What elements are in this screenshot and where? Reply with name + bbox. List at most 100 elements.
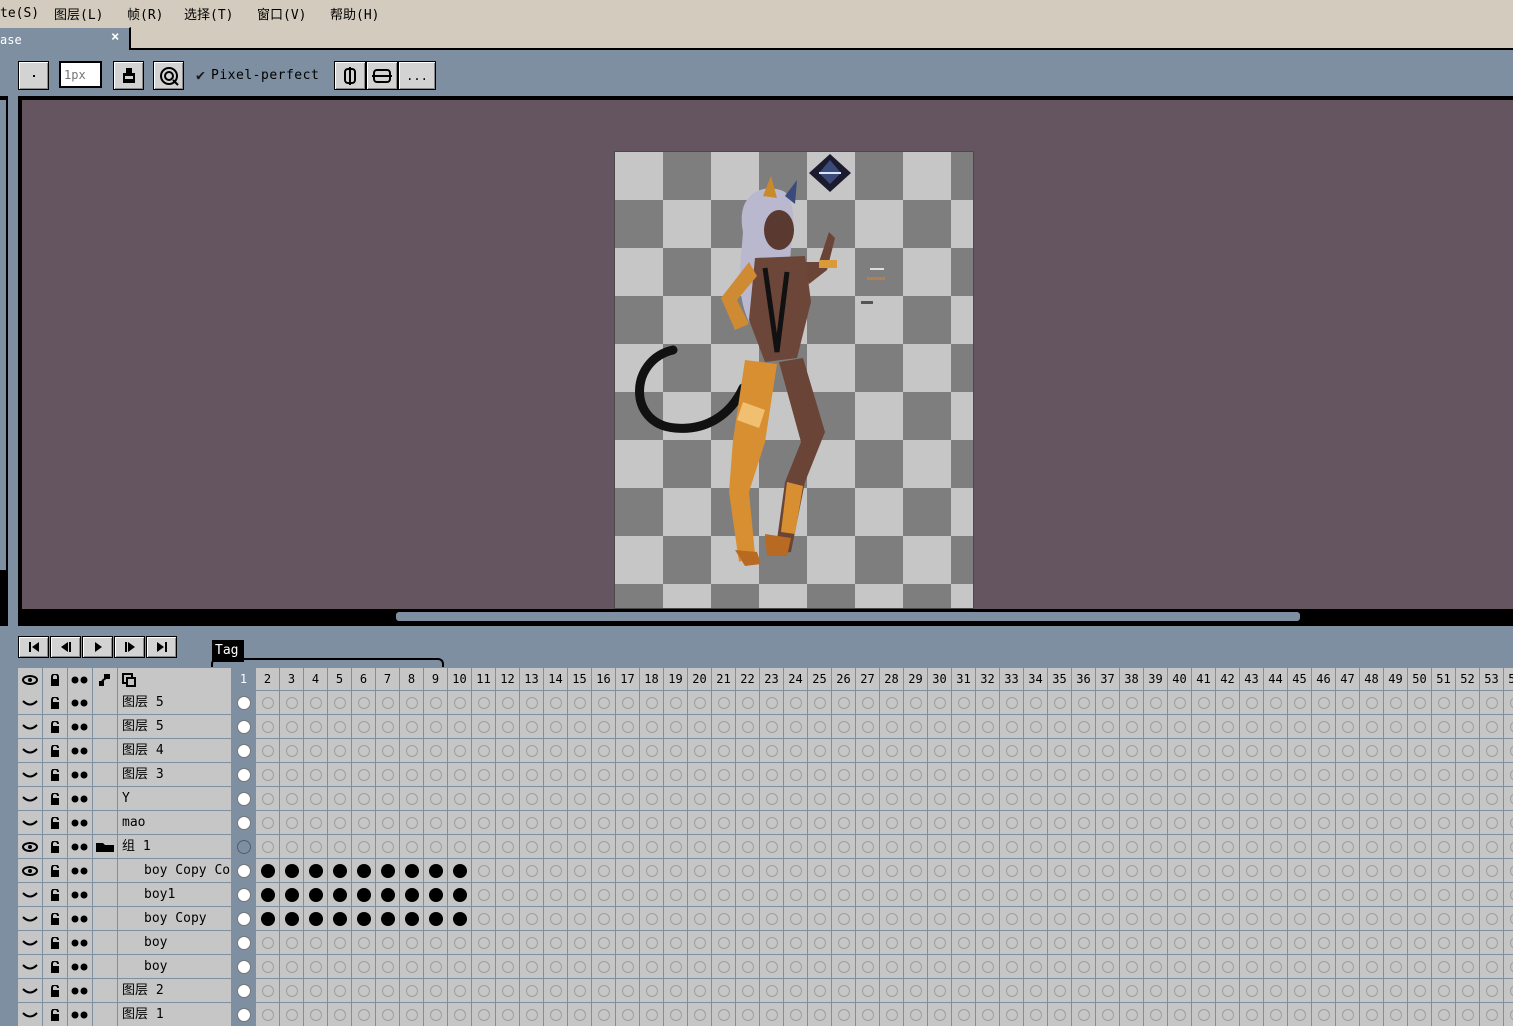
opacity-button[interactable]: [153, 61, 184, 90]
cel[interactable]: [400, 1003, 424, 1026]
cel[interactable]: [1024, 763, 1048, 787]
cel[interactable]: [1336, 715, 1360, 739]
cel[interactable]: [352, 787, 376, 811]
cel[interactable]: [1384, 835, 1408, 859]
cel[interactable]: [1048, 715, 1072, 739]
cel[interactable]: [400, 883, 424, 907]
cel[interactable]: [856, 979, 880, 1003]
cel[interactable]: [1384, 859, 1408, 883]
layer-onion-toggle[interactable]: [68, 811, 93, 835]
cel[interactable]: [1048, 787, 1072, 811]
cel[interactable]: [1216, 979, 1240, 1003]
cel[interactable]: [592, 979, 616, 1003]
cel[interactable]: [1168, 739, 1192, 763]
layer-lock-toggle[interactable]: [43, 811, 68, 835]
frame-header-26[interactable]: 26: [832, 668, 856, 691]
cel[interactable]: [1120, 859, 1144, 883]
cel[interactable]: [256, 835, 280, 859]
cel[interactable]: [1384, 763, 1408, 787]
layer-onion-toggle[interactable]: [68, 955, 93, 979]
cel[interactable]: [976, 691, 1000, 715]
last-frame-button[interactable]: [146, 636, 177, 658]
cel[interactable]: [1024, 691, 1048, 715]
cel[interactable]: [664, 931, 688, 955]
cel[interactable]: [880, 787, 904, 811]
cel[interactable]: [1000, 739, 1024, 763]
frame-header-11[interactable]: 11: [472, 668, 496, 691]
cel[interactable]: [904, 979, 928, 1003]
cel[interactable]: [808, 859, 832, 883]
cel[interactable]: [784, 811, 808, 835]
layer-lock-toggle[interactable]: [43, 955, 68, 979]
cel[interactable]: [1048, 955, 1072, 979]
cel[interactable]: [1360, 787, 1384, 811]
frame-header-53[interactable]: 53: [1480, 668, 1504, 691]
cel[interactable]: [760, 883, 784, 907]
frame-header-41[interactable]: 41: [1192, 668, 1216, 691]
cel[interactable]: [808, 811, 832, 835]
cel[interactable]: [1216, 811, 1240, 835]
cel[interactable]: [1432, 811, 1456, 835]
cel[interactable]: [616, 979, 640, 1003]
layer-lock-toggle[interactable]: [43, 715, 68, 739]
cel[interactable]: [400, 691, 424, 715]
cel[interactable]: [1144, 811, 1168, 835]
cel[interactable]: [1096, 763, 1120, 787]
cel[interactable]: [328, 691, 352, 715]
cel[interactable]: [280, 691, 304, 715]
cel[interactable]: [1024, 787, 1048, 811]
cel[interactable]: [784, 931, 808, 955]
cel[interactable]: [1024, 859, 1048, 883]
cel[interactable]: [1480, 691, 1504, 715]
cel[interactable]: [1312, 883, 1336, 907]
cel[interactable]: [1144, 907, 1168, 931]
cel[interactable]: [1360, 907, 1384, 931]
layer-visibility-toggle[interactable]: [18, 883, 43, 907]
cel[interactable]: [688, 859, 712, 883]
cel[interactable]: [640, 715, 664, 739]
cel[interactable]: [664, 739, 688, 763]
cel[interactable]: [520, 955, 544, 979]
cel[interactable]: [640, 931, 664, 955]
cel[interactable]: [376, 787, 400, 811]
cel[interactable]: [448, 835, 472, 859]
cel[interactable]: [1480, 763, 1504, 787]
cel[interactable]: [832, 1003, 856, 1026]
cel[interactable]: [832, 979, 856, 1003]
cel[interactable]: [1144, 1003, 1168, 1026]
cel[interactable]: [856, 1003, 880, 1026]
layer-visibility-toggle[interactable]: [18, 859, 43, 883]
cel[interactable]: [328, 787, 352, 811]
cel[interactable]: [328, 835, 352, 859]
layer-name[interactable]: 图层 5: [118, 715, 232, 739]
cel[interactable]: [1120, 979, 1144, 1003]
cel[interactable]: [1360, 739, 1384, 763]
cel[interactable]: [616, 811, 640, 835]
cel[interactable]: [1480, 907, 1504, 931]
cel[interactable]: [1336, 979, 1360, 1003]
frame-header-44[interactable]: 44: [1264, 668, 1288, 691]
cel[interactable]: [712, 763, 736, 787]
cel[interactable]: [520, 1003, 544, 1026]
cel[interactable]: [856, 835, 880, 859]
cel[interactable]: [760, 787, 784, 811]
cel[interactable]: [1000, 715, 1024, 739]
cel[interactable]: [760, 715, 784, 739]
cel[interactable]: [688, 691, 712, 715]
cel[interactable]: [1288, 907, 1312, 931]
cel[interactable]: [928, 979, 952, 1003]
cel[interactable]: [592, 883, 616, 907]
cel[interactable]: [1408, 715, 1432, 739]
cel[interactable]: [1336, 955, 1360, 979]
cel[interactable]: [376, 811, 400, 835]
layer-row[interactable]: boy Copy Copy: [18, 859, 1513, 883]
cel[interactable]: [1240, 715, 1264, 739]
cel[interactable]: [1192, 739, 1216, 763]
cel[interactable]: [1480, 715, 1504, 739]
cel[interactable]: [520, 691, 544, 715]
frame-header-7[interactable]: 7: [376, 668, 400, 691]
cel[interactable]: [784, 883, 808, 907]
cel[interactable]: [1240, 787, 1264, 811]
frame-header-37[interactable]: 37: [1096, 668, 1120, 691]
cel[interactable]: [880, 859, 904, 883]
